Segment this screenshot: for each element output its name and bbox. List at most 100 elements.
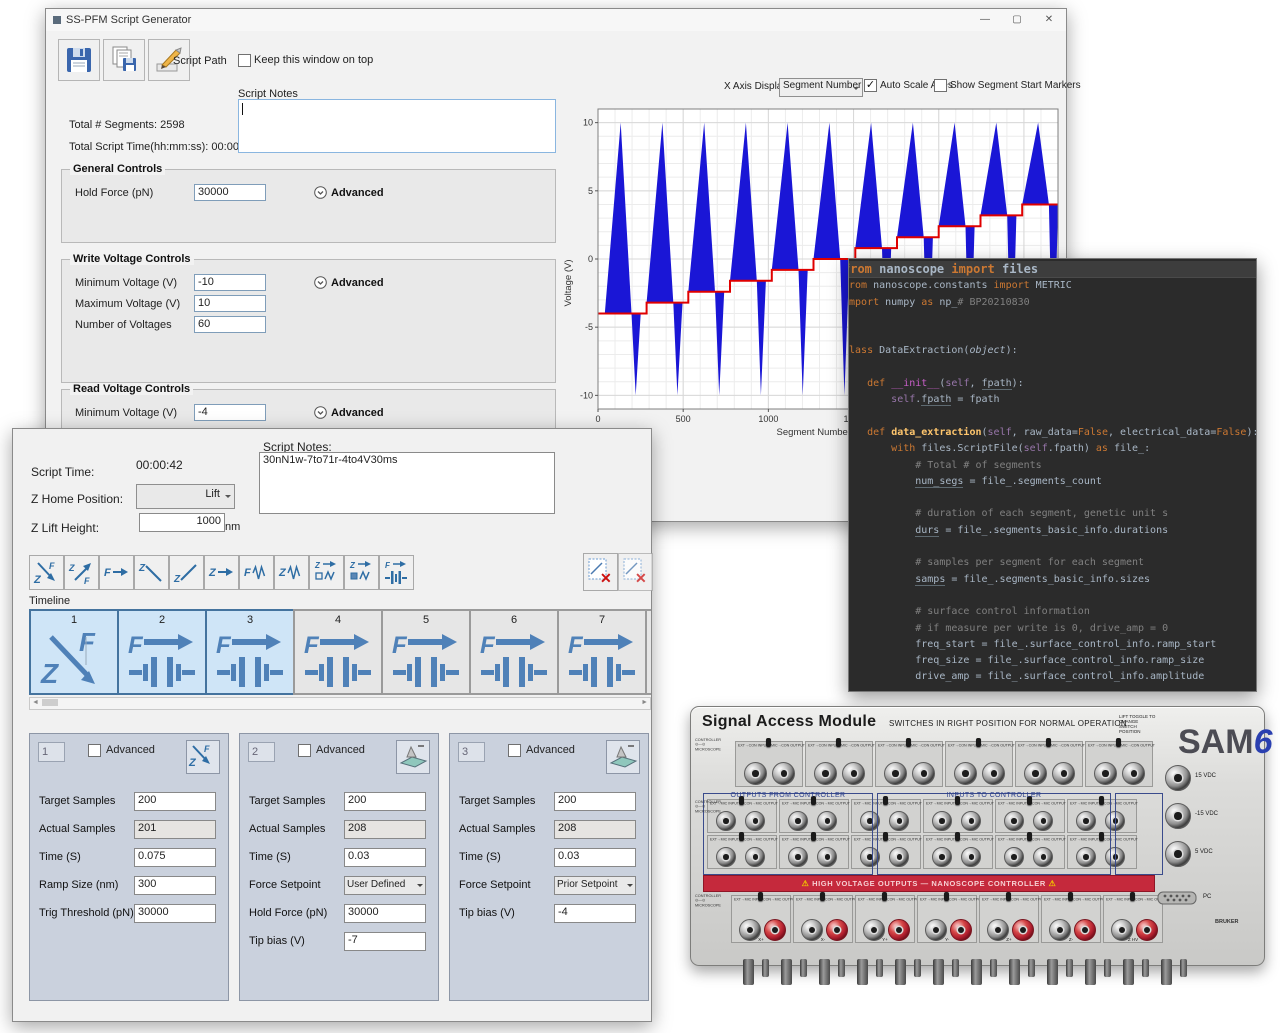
code-line: drive_amp = file_.surface_control_info.a… (848, 669, 1257, 685)
minimize-button[interactable]: — (970, 9, 1000, 31)
svg-text:1000: 1000 (758, 414, 778, 424)
rear-connector (857, 959, 868, 985)
code-editor-window: from nanoscope import filesfrom nanoscop… (848, 258, 1257, 692)
field-input[interactable]: -4 (194, 404, 266, 421)
maximize-button[interactable]: ▢ (1002, 9, 1032, 31)
panel-advanced-checkbox[interactable] (508, 744, 521, 757)
scroll-left-icon[interactable]: ◄ (32, 698, 39, 708)
z-home-select[interactable]: Lift (136, 484, 235, 509)
field-input[interactable]: 60 (194, 316, 266, 333)
timeline-tile-8[interactable]: 8F (645, 609, 651, 695)
x-axis-display-select[interactable]: Segment Number (779, 78, 863, 97)
timeline-scrollbar[interactable]: ◄ ► (29, 697, 651, 710)
segment-z-ramp-down-button[interactable]: Z (134, 555, 169, 590)
panel-field-input[interactable]: -4 (554, 904, 636, 923)
panel-field-label: Hold Force (pN) (249, 907, 327, 919)
panel-field-input[interactable]: 30000 (134, 904, 216, 923)
advanced-toggle[interactable]: Advanced (314, 186, 384, 199)
bnc-pair: EXT→CON INPUTMIC→CON OUTPUT (735, 741, 803, 787)
timeline-tile-4[interactable]: 4F (293, 609, 383, 695)
field-input[interactable]: 30000 (194, 184, 266, 201)
save-script-button[interactable] (58, 39, 100, 81)
bnc-input (884, 762, 907, 785)
panel-advanced-checkbox[interactable] (88, 744, 101, 757)
auto-scale-checkbox[interactable]: ✓ (864, 79, 877, 92)
segment-approach-button[interactable]: ZF (29, 555, 64, 590)
panel-field-label: Target Samples (459, 795, 535, 807)
z-lift-input[interactable]: 1000 (139, 513, 225, 532)
panel-field-input[interactable]: 0.03 (344, 848, 426, 867)
python-code[interactable]: from nanoscope import filesfrom nanoscop… (848, 261, 1257, 686)
delete-all-segments-button[interactable]: ✕ (618, 553, 653, 591)
panel-field-input[interactable]: 200 (344, 792, 426, 811)
close-button[interactable]: ✕ (1034, 9, 1064, 31)
bnc-pair: EXT→MIC INPUTCON→MIC OUTPUTY+ (855, 895, 915, 943)
axis-label: Z HV (1104, 937, 1162, 942)
timeline-tile-1[interactable]: 1ZF (29, 609, 119, 695)
panel-field-input[interactable]: 30000 (344, 904, 426, 923)
panel-type-button[interactable] (606, 740, 640, 774)
svg-text:F: F (84, 576, 90, 585)
segment-markers-checkbox[interactable] (934, 79, 947, 92)
segment-force-pulse-button[interactable]: F (379, 555, 414, 590)
svg-text:✕: ✕ (600, 570, 612, 585)
panel-field-label: Time (S) (459, 851, 501, 863)
bnc-output (1052, 762, 1075, 785)
x-axis-display-label: X Axis Display (724, 81, 787, 92)
panel-field-hold-force-pn-: 30000 (344, 904, 426, 923)
svg-text:Z: Z (278, 567, 287, 579)
timeline-tile-7[interactable]: 7F (557, 609, 647, 695)
panel-field-input[interactable]: 0.075 (134, 848, 216, 867)
panel-field-actual-samples: 201 (134, 820, 216, 839)
segment-z-ramp-up-button[interactable]: Z (169, 555, 204, 590)
panel-field-select[interactable]: User Defined (344, 876, 426, 895)
timeline-tile-6[interactable]: 6F (469, 609, 559, 695)
panel-field-input[interactable]: 0.03 (554, 848, 636, 867)
panel-advanced-checkbox[interactable] (298, 744, 311, 757)
segment-z-hold-button[interactable]: Z (204, 555, 239, 590)
panel-field-input[interactable]: -7 (344, 932, 426, 951)
timeline-tile-2[interactable]: 2F (117, 609, 207, 695)
brand-logo: BRUKER (1215, 919, 1239, 925)
field-input[interactable]: -10 (194, 274, 266, 291)
segment-retract-button[interactable]: ZF (64, 555, 99, 590)
scroll-right-icon[interactable]: ► (641, 698, 648, 708)
segment-force-hold-button[interactable]: F (99, 555, 134, 590)
script-notes2-input[interactable]: 30nN1w-7to71r-4to4V30ms (259, 452, 555, 514)
svg-text:F: F (385, 561, 391, 570)
code-line: # samples per segment for each segment (848, 555, 1257, 571)
axis-label: Z+ (980, 937, 1038, 942)
timeline-tile-5[interactable]: 5F (381, 609, 471, 695)
window-title: SS-PFM Script Generator (66, 14, 191, 26)
group-title: Read Voltage Controls (70, 383, 193, 395)
titlebar[interactable]: SS-PFM Script Generator — ▢ ✕ (46, 9, 1066, 31)
panel-field-input[interactable]: 200 (554, 792, 636, 811)
panel-field-label: Target Samples (39, 795, 115, 807)
delete-segment-button[interactable]: ✕ (583, 553, 618, 591)
svg-text:F: F (304, 632, 320, 659)
panel-field-input[interactable]: 200 (134, 792, 216, 811)
segment-z-wave-button[interactable]: Z (274, 555, 309, 590)
svg-text:Z: Z (208, 567, 217, 579)
panel-field-select[interactable]: Prior Setpoint (554, 876, 636, 895)
panel-type-button[interactable]: ZF (186, 740, 220, 774)
segment-z-sine-wave-button[interactable]: Z (344, 555, 379, 590)
panel-field-input[interactable]: 300 (134, 876, 216, 895)
advanced-toggle[interactable]: Advanced (314, 276, 384, 289)
timeline-tile-3[interactable]: 3F (205, 609, 295, 695)
advanced-toggle[interactable]: Advanced (314, 406, 384, 419)
segment-z-square-wave-button[interactable]: Z (309, 555, 344, 590)
segment-force-wave-button[interactable]: F (239, 555, 274, 590)
field-input[interactable]: 10 (194, 295, 266, 312)
bnc-pair: EXT→MIC INPUTCON→MIC OUTPUTZ+ (979, 895, 1039, 943)
port-out-label: CON→MIC OUTPUT (763, 897, 797, 902)
panel-type-button[interactable] (396, 740, 430, 774)
toggle-switch (1130, 892, 1135, 901)
z-up-icon: Z (173, 559, 199, 590)
keep-on-top-checkbox[interactable] (238, 54, 251, 67)
svg-text:F: F (49, 561, 55, 571)
tile-number: 2 (119, 614, 205, 626)
save-script-as-button[interactable] (103, 39, 145, 81)
script-notes-input[interactable] (238, 99, 556, 153)
scrollbar-thumb[interactable] (42, 699, 58, 706)
